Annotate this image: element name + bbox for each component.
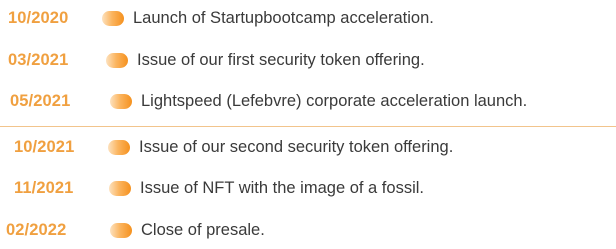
- timeline-item: 03/2021 Issue of our first security toke…: [8, 48, 425, 72]
- timeline-divider: [0, 126, 616, 127]
- timeline-item: 10/2021 Issue of our second security tok…: [14, 135, 453, 159]
- timeline-date: 10/2020: [8, 8, 69, 27]
- timeline-date: 02/2022: [6, 220, 67, 239]
- timeline-date: 10/2021: [14, 137, 75, 156]
- timeline-item: 05/2021 Lightspeed (Lefebvre) corporate …: [10, 89, 527, 113]
- timeline-date: 11/2021: [14, 178, 74, 197]
- timeline-text: Issue of our second security token offer…: [139, 137, 454, 156]
- timeline-text: Issue of our first security token offeri…: [137, 50, 425, 69]
- timeline-text: Launch of Startupbootcamp acceleration.: [133, 8, 434, 27]
- timeline-date: 05/2021: [10, 91, 71, 110]
- timeline-date: 03/2021: [8, 50, 69, 69]
- bullet-marker-icon: [106, 52, 128, 68]
- bullet-marker-icon: [110, 93, 132, 109]
- timeline-text: Close of presale.: [141, 220, 265, 239]
- timeline-text: Lightspeed (Lefebvre) corporate accelera…: [141, 91, 528, 110]
- timeline-item: 02/2022 Close of presale.: [6, 218, 265, 242]
- timeline-item: 11/2021 Issue of NFT with the image of a…: [14, 176, 424, 200]
- bullet-marker-icon: [109, 180, 131, 196]
- bullet-marker-icon: [108, 139, 130, 155]
- bullet-marker-icon: [102, 10, 124, 26]
- timeline-item: 10/2020 Launch of Startupbootcamp accele…: [8, 6, 434, 30]
- timeline-text: Issue of NFT with the image of a fossil.: [140, 178, 424, 197]
- bullet-marker-icon: [110, 222, 132, 238]
